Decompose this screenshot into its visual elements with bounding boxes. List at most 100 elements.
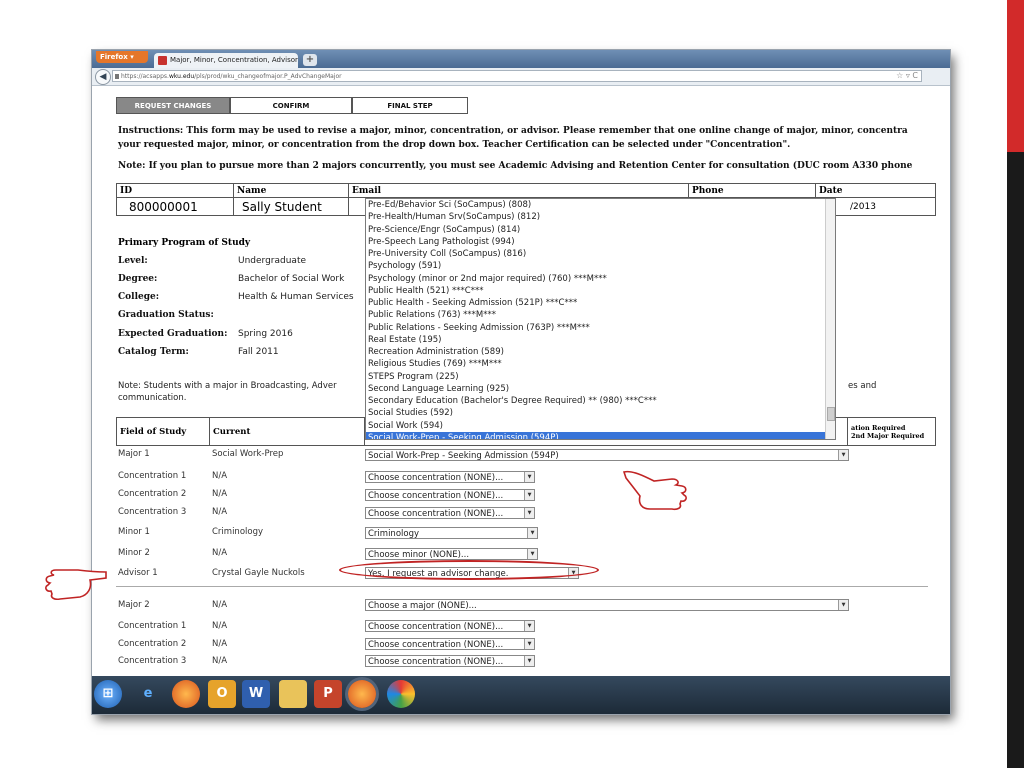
browser-screenshot: Firefox ▾ Major, Minor, Concentration, A… <box>92 50 950 714</box>
field-current: N/A <box>212 471 228 481</box>
select-value: Choose concentration (NONE)... <box>368 491 504 501</box>
degree-value: Bachelor of Social Work <box>238 274 345 284</box>
dropdown-option[interactable]: Public Relations - Seeking Admission (76… <box>366 322 835 334</box>
folder-icon[interactable] <box>279 680 307 708</box>
url-path: /pls/prod/wku_changeofmajor.P_AdvChangeM… <box>194 73 342 80</box>
firefox-menu-label: Firefox <box>100 53 128 61</box>
star-icon[interactable]: ☆ ▿ C <box>896 71 918 80</box>
back-arrow-icon[interactable]: ◀ <box>95 69 111 85</box>
lock-icon <box>115 74 119 79</box>
major-2-concentration-3-select[interactable]: Choose concentration (NONE)... ▼ <box>365 655 535 667</box>
dropdown-option[interactable]: Pre-Speech Lang Pathologist (994) <box>366 236 835 248</box>
firefox-active-icon[interactable] <box>348 680 376 708</box>
dropdown-option[interactable]: Psychology (591) <box>366 260 835 272</box>
note-majors: Note: If you plan to pursue more than 2 … <box>118 161 913 171</box>
major-2-select[interactable]: Choose a major (NONE)... ▼ <box>365 599 849 611</box>
dropdown-option[interactable]: Social Work-Prep - Seeking Admission (59… <box>366 431 835 439</box>
expected-graduation-value: Spring 2016 <box>238 329 293 339</box>
dropdown-scrollbar[interactable] <box>825 199 835 439</box>
instructions: Instructions: This form may be used to r… <box>118 124 950 152</box>
step-tabs: REQUEST CHANGES CONFIRM FINAL STEP <box>116 97 468 114</box>
step-confirm[interactable]: CONFIRM <box>230 97 352 114</box>
url-prefix: https://acsapps. <box>121 73 169 80</box>
select-value: Social Work-Prep - Seeking Admission (59… <box>368 451 559 461</box>
field-current: N/A <box>212 639 228 649</box>
college-label: College: <box>118 292 160 302</box>
browser-tab[interactable]: Major, Minor, Concentration, Advisor C..… <box>154 53 298 68</box>
word-icon[interactable]: W <box>242 680 270 708</box>
pointing-hand-icon <box>622 470 687 511</box>
dropdown-option[interactable]: Pre-University Coll (SoCampus) (816) <box>366 248 835 260</box>
note2-end: es and <box>848 381 877 391</box>
dropdown-option[interactable]: Real Estate (195) <box>366 334 835 346</box>
minor-1-select[interactable]: Criminology ▼ <box>365 527 538 539</box>
chevron-down-icon: ▼ <box>524 508 534 518</box>
browser-titlebar: Firefox ▾ Major, Minor, Concentration, A… <box>92 50 950 68</box>
field-label: Minor 2 <box>118 548 150 558</box>
dropdown-option[interactable]: Second Language Learning (925) <box>366 383 835 395</box>
outlook-icon[interactable]: O <box>208 680 236 708</box>
dropdown-option[interactable]: STEPS Program (225) <box>366 371 835 383</box>
start-button-icon[interactable]: ⊞ <box>94 680 122 708</box>
dropdown-option[interactable]: Secondary Education (Bachelor's Degree R… <box>366 395 835 407</box>
concentration-3-select[interactable]: Choose concentration (NONE)... ▼ <box>365 507 535 519</box>
firefox-icon[interactable] <box>172 680 200 708</box>
chevron-down-icon: ▼ <box>838 600 848 610</box>
expected-graduation-label: Expected Graduation: <box>118 329 228 339</box>
chrome-icon[interactable] <box>387 680 415 708</box>
concentration-1-select[interactable]: Choose concentration (NONE)... ▼ <box>365 471 535 483</box>
dropdown-option[interactable]: Social Work (594) <box>366 420 835 432</box>
major-dropdown-list[interactable]: Pre-Ed/Behavior Sci (SoCampus) (808) Pre-… <box>365 198 836 440</box>
header-id: ID <box>116 183 234 198</box>
chevron-down-icon: ▼ <box>527 549 537 559</box>
level-label: Level: <box>118 256 148 266</box>
step-request-changes[interactable]: REQUEST CHANGES <box>116 97 230 114</box>
field-label: Major 1 <box>118 449 150 459</box>
minor-2-select[interactable]: Choose minor (NONE)... ▼ <box>365 548 538 560</box>
scrollbar-thumb[interactable] <box>827 407 835 421</box>
new-tab-button[interactable]: + <box>303 54 317 66</box>
favicon-icon <box>158 56 167 65</box>
field-current: Crystal Gayle Nuckols <box>212 568 305 578</box>
field-label: Concentration 1 <box>118 621 187 631</box>
dropdown-option[interactable]: Pre-Health/Human Srv(SoCampus) (812) <box>366 211 835 223</box>
slide-side-bar <box>1007 0 1024 768</box>
internet-explorer-icon[interactable]: e <box>134 680 162 708</box>
powerpoint-icon[interactable]: P <box>314 680 342 708</box>
header-date: Date <box>815 183 936 198</box>
student-name: Sally Student <box>233 197 349 216</box>
graduation-status-label: Graduation Status: <box>118 310 214 320</box>
major-2-concentration-1-select[interactable]: Choose concentration (NONE)... ▼ <box>365 620 535 632</box>
concentration-2-select[interactable]: Choose concentration (NONE)... ▼ <box>365 489 535 501</box>
field-current: Social Work-Prep <box>212 449 284 459</box>
select-value: Choose concentration (NONE)... <box>368 640 504 650</box>
dropdown-option[interactable]: Public Health - Seeking Admission (521P)… <box>366 297 835 309</box>
step-final[interactable]: FINAL STEP <box>352 97 468 114</box>
dropdown-option[interactable]: Psychology (minor or 2nd major required)… <box>366 273 835 285</box>
select-value: Choose a major (NONE)... <box>368 601 477 611</box>
major-2-concentration-2-select[interactable]: Choose concentration (NONE)... ▼ <box>365 638 535 650</box>
primary-program-heading: Primary Program of Study <box>118 238 251 248</box>
address-bar[interactable]: https://acsapps.wku.edu/pls/prod/wku_cha… <box>112 70 922 82</box>
firefox-menu-button[interactable]: Firefox ▾ <box>96 51 148 63</box>
level-value: Undergraduate <box>238 256 307 266</box>
dropdown-option[interactable]: Religious Studies (769) ***M*** <box>366 358 835 370</box>
student-id: 800000001 <box>116 197 234 216</box>
instructions-line-2: your requested major, minor, or concentr… <box>118 140 791 150</box>
dropdown-option[interactable]: Pre-Science/Engr (SoCampus) (814) <box>366 224 835 236</box>
tab-title: Major, Minor, Concentration, Advisor C..… <box>170 56 298 64</box>
select-value: Choose concentration (NONE)... <box>368 473 504 483</box>
dropdown-option[interactable]: Recreation Administration (589) <box>366 346 835 358</box>
dropdown-option[interactable]: Social Studies (592) <box>366 407 835 419</box>
advisor-highlight-ellipse <box>339 560 599 580</box>
dropdown-option[interactable]: Public Relations (763) ***M*** <box>366 309 835 321</box>
catalog-term-label: Catalog Term: <box>118 347 189 357</box>
header-email: Email <box>348 183 689 198</box>
dropdown-option[interactable]: Pre-Ed/Behavior Sci (SoCampus) (808) <box>366 199 835 211</box>
header-requirements: ation Required 2nd Major Required <box>847 417 936 446</box>
dropdown-option[interactable]: Public Health (521) ***C*** <box>366 285 835 297</box>
select-value: Criminology <box>368 529 420 539</box>
major-1-select[interactable]: Social Work-Prep - Seeking Admission (59… <box>365 449 849 461</box>
field-label: Minor 1 <box>118 527 150 537</box>
instructions-line-1: Instructions: This form may be used to r… <box>118 126 908 136</box>
